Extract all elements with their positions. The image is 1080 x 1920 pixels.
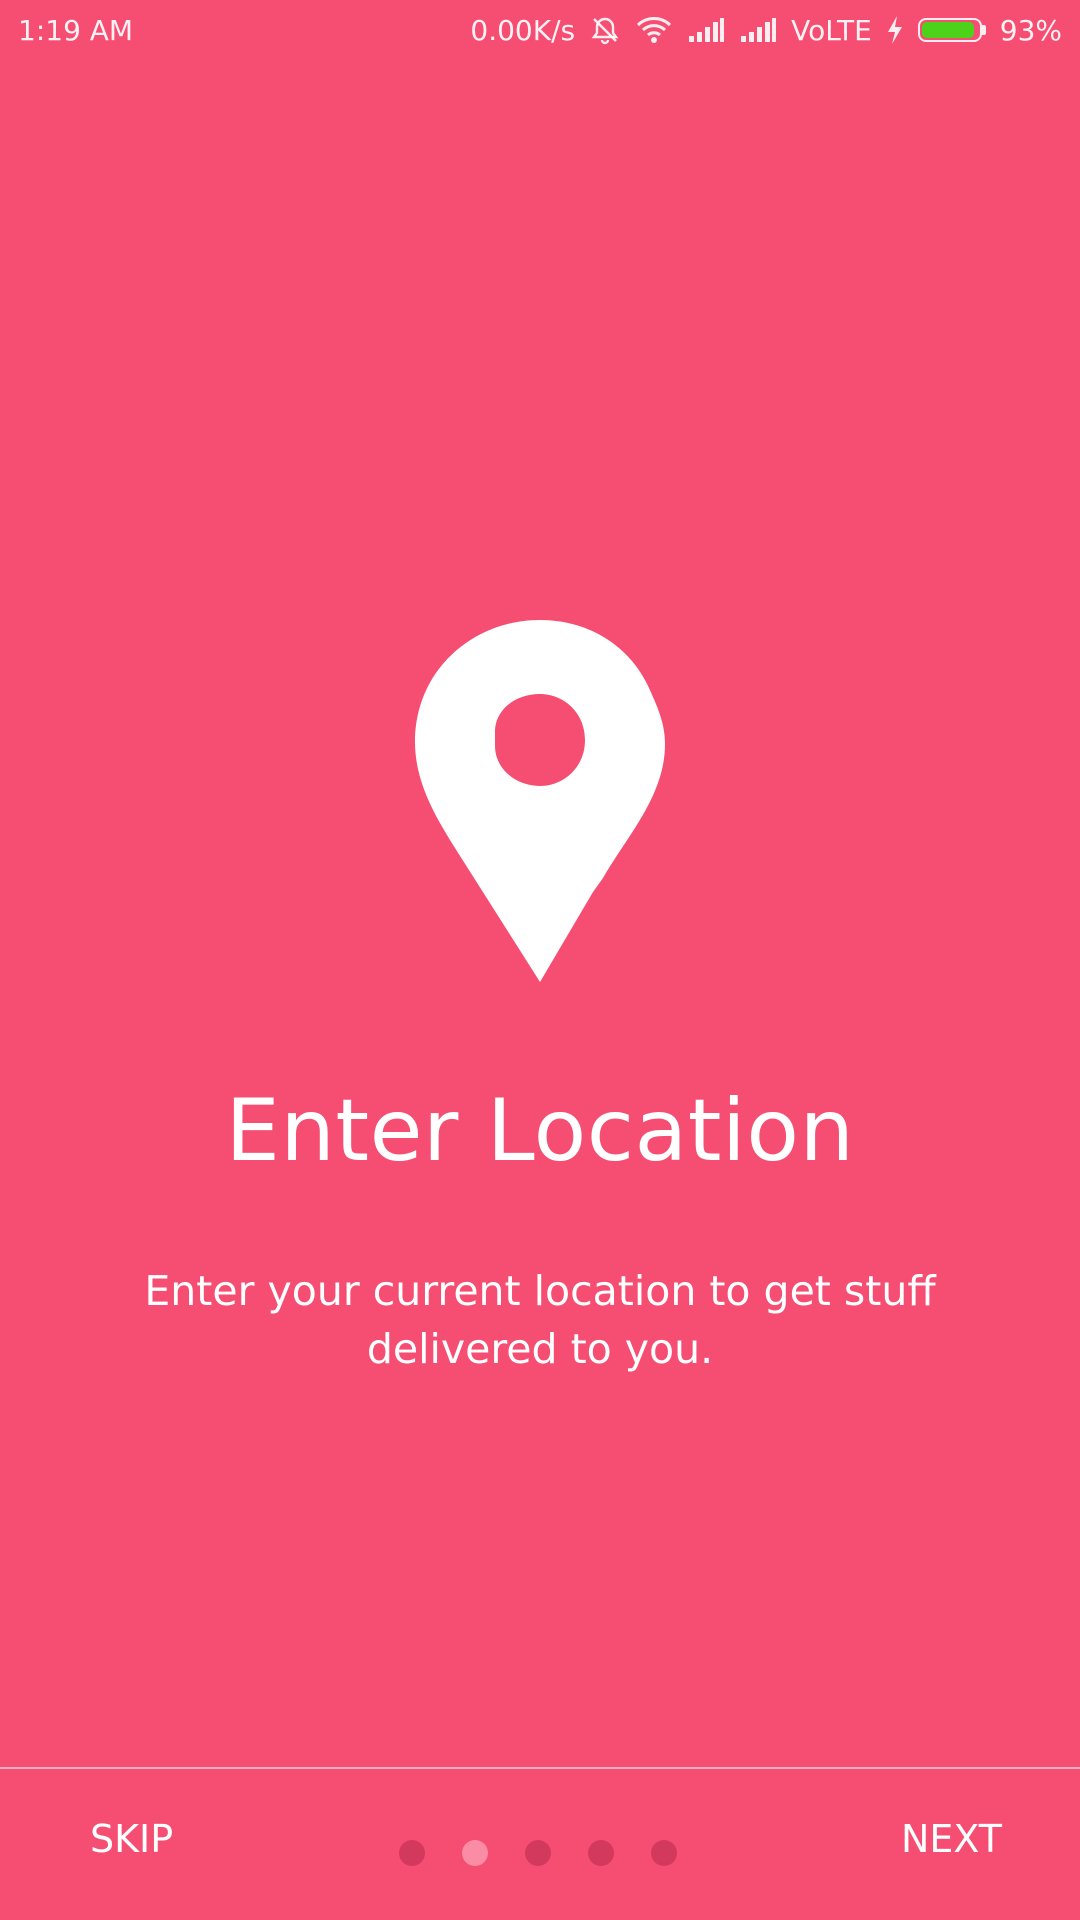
battery-icon: [917, 18, 986, 42]
status-time: 1:19 AM: [18, 13, 134, 47]
page-title: Enter Location: [225, 1081, 855, 1181]
wifi-icon: [635, 15, 673, 45]
page-indicator: [399, 1840, 677, 1866]
next-button[interactable]: NEXT: [901, 1817, 1002, 1861]
status-bar: 1:19 AM 0.00K/s VoLTE 93%: [0, 0, 1080, 60]
footer: SKIP NEXT: [0, 1769, 1080, 1920]
network-type: VoLTE: [791, 13, 872, 47]
page-description: Enter your current location to get stuff…: [144, 1267, 936, 1373]
page-dot-1[interactable]: [399, 1840, 425, 1866]
page-dot-3[interactable]: [525, 1840, 551, 1866]
battery-body: [917, 18, 982, 42]
battery-percent: 93%: [999, 13, 1062, 47]
battery-cap: [981, 25, 986, 35]
charging-icon: [886, 15, 904, 45]
status-indicators: 0.00K/s VoLTE 93%: [470, 14, 1062, 47]
skip-button[interactable]: SKIP: [90, 1817, 173, 1861]
battery-fill: [921, 22, 974, 38]
signal-icon: [739, 17, 777, 43]
network-speed: 0.00K/s: [470, 13, 576, 47]
page-dot-4[interactable]: [588, 1840, 614, 1866]
alarm-off-icon: [589, 14, 621, 46]
page-dot-2[interactable]: [462, 1840, 488, 1866]
location-pin-icon: [415, 620, 665, 982]
page-dot-5[interactable]: [651, 1840, 677, 1866]
signal-icon: [687, 17, 725, 43]
